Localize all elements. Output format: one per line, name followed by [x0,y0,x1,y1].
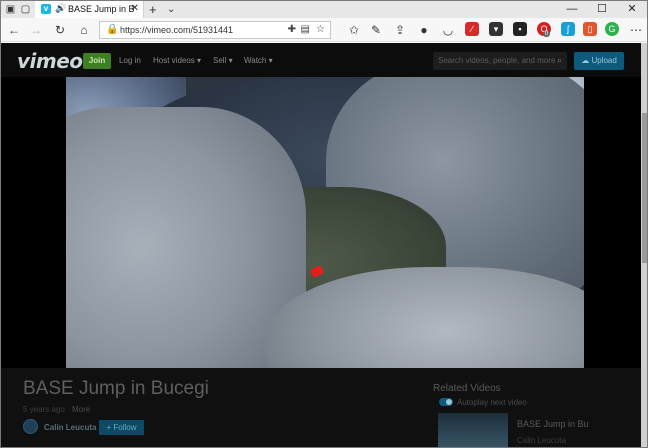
browser-window: ▣ ▢ v 🔊 BASE Jump in Bucegi ✕ + ⌄ — ☐ ✕ … [0,0,648,448]
avatar[interactable] [23,419,38,434]
more-options-icon[interactable]: ⋯ [627,21,645,39]
extension-puzzle-icon[interactable]: ✚ [288,24,296,35]
scrollbar-thumb[interactable] [642,113,647,263]
follow-button[interactable]: + Follow [99,420,144,435]
video-age: 5 years ago [23,405,65,414]
upload-label: Upload [591,56,617,65]
sell-menu[interactable]: Sell ▾ [213,56,233,65]
tab-close-icon[interactable]: ✕ [131,3,139,14]
watch-menu[interactable]: Watch ▾ [244,56,273,65]
terminal-extension-icon[interactable]: ▪ [513,22,527,36]
video-title: BASE Jump in Bucegi [23,378,209,399]
favorites-icon[interactable]: ✩ [345,21,363,39]
tab-preview-icon[interactable]: ▢ [19,3,32,16]
autoplay-toggle[interactable] [439,398,453,406]
upload-button[interactable]: ☁ Upload [574,52,624,70]
browser-toolbar: ← → ↻ ⌂ 🔒 https://vimeo.com/51931441 ✚ ▤… [1,18,647,42]
back-arrow-icon[interactable]: ← [5,21,23,39]
tab-vimeo[interactable]: v 🔊 BASE Jump in Bucegi ✕ [35,1,144,18]
bluetooth-extension-icon[interactable]: ʃ [561,22,575,36]
related-video-title[interactable]: BASE Jump in Bu... [517,419,589,429]
vimeo-logo[interactable]: vimeo [17,49,83,73]
video-player[interactable] [66,77,584,368]
window-close-button[interactable]: ✕ [617,1,647,18]
search-icon[interactable]: ⌕ [557,55,562,66]
search-input[interactable]: Search videos, people, and more ⌕ [433,52,567,70]
bulb-icon[interactable]: ● [415,21,433,39]
login-link[interactable]: Log in [119,56,141,65]
forward-arrow-icon[interactable]: → [27,21,45,39]
host-videos-menu[interactable]: Host videos ▾ [153,56,201,65]
pen-icon[interactable]: ✎ [367,21,385,39]
extension-badge: 0 [543,31,551,37]
pdf-extension-icon[interactable]: ∕ [465,22,479,36]
pocket-save-icon[interactable]: ▾ [489,22,503,36]
author-link[interactable]: Calin Leucuta [44,423,96,432]
reading-view-icon[interactable]: ▤ [301,24,310,35]
url-text[interactable]: https://vimeo.com/51931441 [120,25,233,35]
new-tab-button[interactable]: + [149,1,157,18]
vimeo-header: vimeo Join Log in Host videos ▾ Sell ▾ W… [1,43,641,77]
share-icon[interactable]: ⇪ [391,21,409,39]
join-button[interactable]: Join [83,53,111,69]
vimeo-page: vimeo Join Log in Host videos ▾ Sell ▾ W… [1,43,647,447]
grammarly-extension-icon[interactable]: G [605,22,619,36]
maximize-button[interactable]: ☐ [587,1,617,18]
tab-title: BASE Jump in Bucegi [68,4,134,14]
tab-list-button[interactable]: ⌄ [167,1,175,18]
refresh-icon[interactable]: ↻ [51,21,69,39]
related-videos-heading: Related Videos [433,383,501,394]
speaker-icon[interactable]: 🔊 [55,3,66,14]
favorite-star-icon[interactable]: ☆ [316,24,325,35]
lock-icon[interactable]: 🔒 [106,24,118,35]
pocket-icon[interactable]: ◡ [439,21,457,39]
tab-actions-icon[interactable]: ▣ [4,3,17,16]
vimeo-favicon-icon: v [41,4,51,14]
office-extension-icon[interactable]: ▯ [583,22,597,36]
upload-cloud-icon: ☁ [581,56,592,65]
minimize-button[interactable]: — [557,1,587,18]
search-placeholder: Search videos, people, and more [438,56,556,65]
address-bar[interactable]: 🔒 https://vimeo.com/51931441 ✚ ▤ ☆ [99,21,331,39]
related-video-thumbnail[interactable] [438,413,508,447]
tab-strip: ▣ ▢ v 🔊 BASE Jump in Bucegi ✕ + ⌄ — ☐ ✕ [1,1,647,18]
autoplay-label: Autoplay next video [457,398,527,407]
video-info: BASE Jump in Bucegi 5 years ago More Cal… [1,368,641,447]
home-icon[interactable]: ⌂ [75,21,93,39]
related-video-author[interactable]: Calin Leucuta [517,436,566,445]
more-link[interactable]: More [72,405,90,414]
